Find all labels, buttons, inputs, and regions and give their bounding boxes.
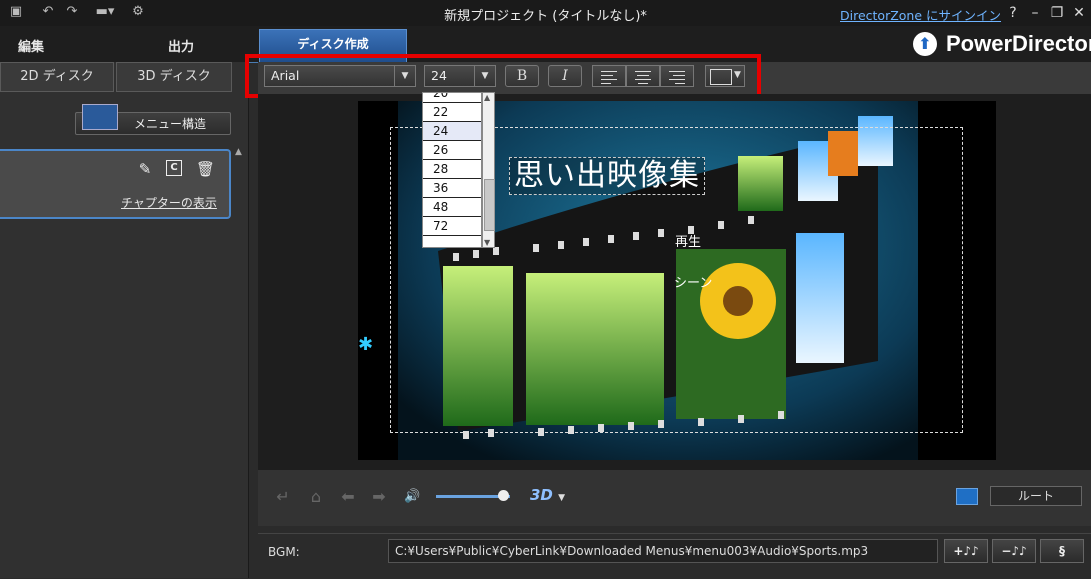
font-size-scrollbar[interactable]: ▲ ▼ — [482, 92, 495, 248]
scroll-thumb[interactable] — [484, 179, 495, 231]
restore-icon[interactable]: ❐ — [1047, 3, 1067, 23]
highlight-annotation-box — [245, 54, 761, 98]
brand-name: PowerDirector — [946, 31, 1091, 56]
minimize-icon[interactable]: – — [1025, 3, 1045, 23]
scroll-down-icon[interactable]: ▼ — [484, 238, 490, 247]
font-size-option[interactable]: 24 — [423, 122, 481, 141]
menu-structure-icon — [82, 104, 118, 130]
menu-title-text[interactable]: 思い出映像集 — [509, 157, 705, 195]
trash-icon[interactable]: 🗑 — [196, 160, 215, 178]
menu-play-button[interactable]: 再生 — [675, 231, 701, 250]
volume-icon[interactable]: 🔊 — [404, 489, 420, 504]
arrow-right-icon[interactable]: ➡ — [368, 487, 390, 507]
pencil-icon[interactable]: ✎ — [136, 160, 154, 178]
tab-3d-disc[interactable]: 3D ディスク — [116, 62, 232, 92]
font-size-option[interactable]: 48 — [423, 198, 481, 217]
remove-bgm-button[interactable]: −♪♪ — [992, 539, 1036, 563]
thumbnail-view-icon[interactable] — [956, 488, 978, 505]
arrow-left-icon[interactable]: ⬅ — [337, 487, 359, 507]
font-size-option[interactable]: 36 — [423, 179, 481, 198]
chapter-c-icon[interactable]: C — [166, 160, 182, 176]
left-panel — [0, 62, 249, 578]
font-size-option[interactable]: 72 — [423, 217, 481, 236]
font-size-option[interactable]: 28 — [423, 160, 481, 179]
3d-mode-label: 3D — [530, 486, 553, 504]
tab-output[interactable]: 出力 — [168, 36, 194, 55]
font-size-option[interactable]: 26 — [423, 141, 481, 160]
add-bgm-button[interactable]: +♪♪ — [944, 539, 988, 563]
menu-structure-label: メニュー構造 — [134, 117, 207, 131]
scroll-up-icon[interactable]: ▲ — [235, 147, 242, 157]
root-menu-button[interactable]: ルート — [990, 486, 1082, 506]
return-icon[interactable]: ↵ — [272, 487, 294, 507]
tab-edit[interactable]: 編集 — [18, 36, 44, 55]
font-size-list[interactable]: 20 22 24 26 28 36 48 72 — [422, 92, 482, 248]
chevron-down-icon: ▼ — [558, 493, 566, 503]
scroll-up-icon[interactable]: ▲ — [484, 93, 490, 102]
directorzone-signin-link[interactable]: DirectorZone にサインイン — [840, 5, 1001, 24]
home-icon[interactable]: ⌂ — [305, 487, 327, 507]
tab-2d-disc[interactable]: 2D ディスク — [0, 62, 114, 92]
font-size-option[interactable]: 20 — [423, 93, 481, 103]
close-icon[interactable]: ✕ — [1069, 3, 1089, 23]
highlight-cursor-icon: ✱ — [358, 334, 374, 355]
help-button[interactable]: ? — [1003, 3, 1023, 23]
sync-bgm-button[interactable]: § — [1040, 539, 1084, 563]
show-chapters-link[interactable]: チャプターの表示 — [121, 194, 217, 211]
font-size-option[interactable]: 22 — [423, 103, 481, 122]
bgm-label: BGM: — [268, 545, 300, 559]
bgm-path-field[interactable]: C:¥Users¥Public¥CyberLink¥Downloaded Men… — [388, 539, 938, 563]
volume-slider-knob[interactable] — [497, 490, 509, 501]
powerdirector-logo-icon: ⬆ — [913, 32, 937, 56]
3d-mode-button[interactable]: 3D ▼ — [530, 486, 565, 504]
menu-scene-button[interactable]: シーン — [674, 272, 712, 291]
